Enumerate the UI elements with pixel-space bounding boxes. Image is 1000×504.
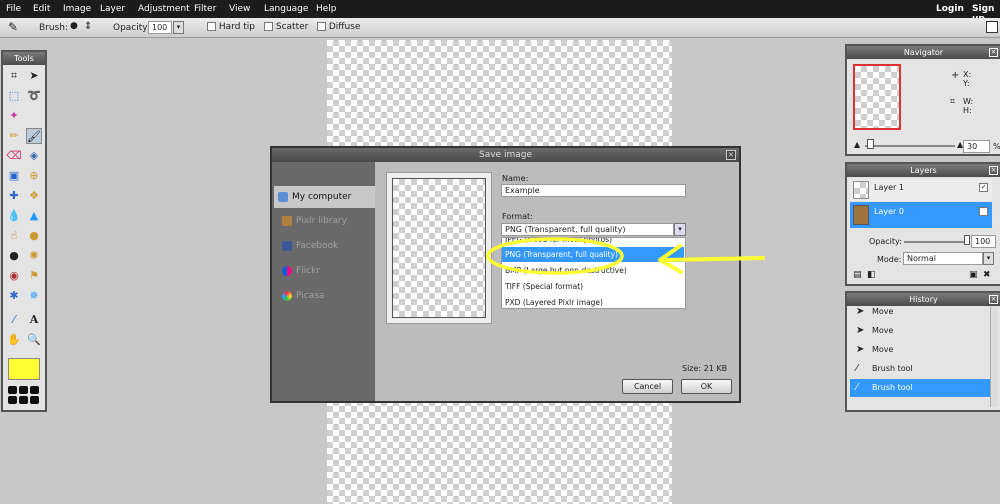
annotation-overlay [486, 237, 765, 275]
annotation-arrow-shaft [664, 256, 765, 262]
annotation-circle [486, 237, 624, 275]
